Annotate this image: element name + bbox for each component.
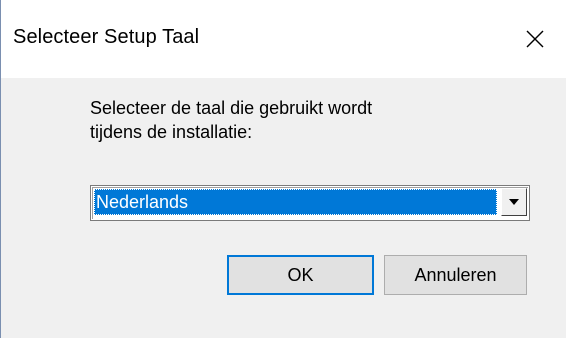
- prompt-line-2: tijdens de installatie:: [90, 122, 253, 142]
- language-select-value[interactable]: Nederlands: [94, 189, 497, 215]
- chevron-down-icon: [509, 199, 519, 205]
- language-prompt: Selecteer de taal die gebruikt wordt tij…: [90, 96, 490, 144]
- setup-language-dialog: Selecteer Setup Taal Selecteer de taal d…: [0, 0, 566, 338]
- cancel-button[interactable]: Annuleren: [384, 255, 527, 295]
- language-select[interactable]: Nederlands: [90, 185, 530, 221]
- ok-button[interactable]: OK: [227, 255, 374, 295]
- prompt-line-1: Selecteer de taal die gebruikt wordt: [90, 98, 373, 118]
- window-title: Selecteer Setup Taal: [13, 26, 200, 48]
- title-bar[interactable]: Selecteer Setup Taal: [1, 0, 566, 78]
- dropdown-button[interactable]: [501, 188, 527, 216]
- close-button[interactable]: [504, 0, 566, 78]
- close-icon: [526, 30, 544, 48]
